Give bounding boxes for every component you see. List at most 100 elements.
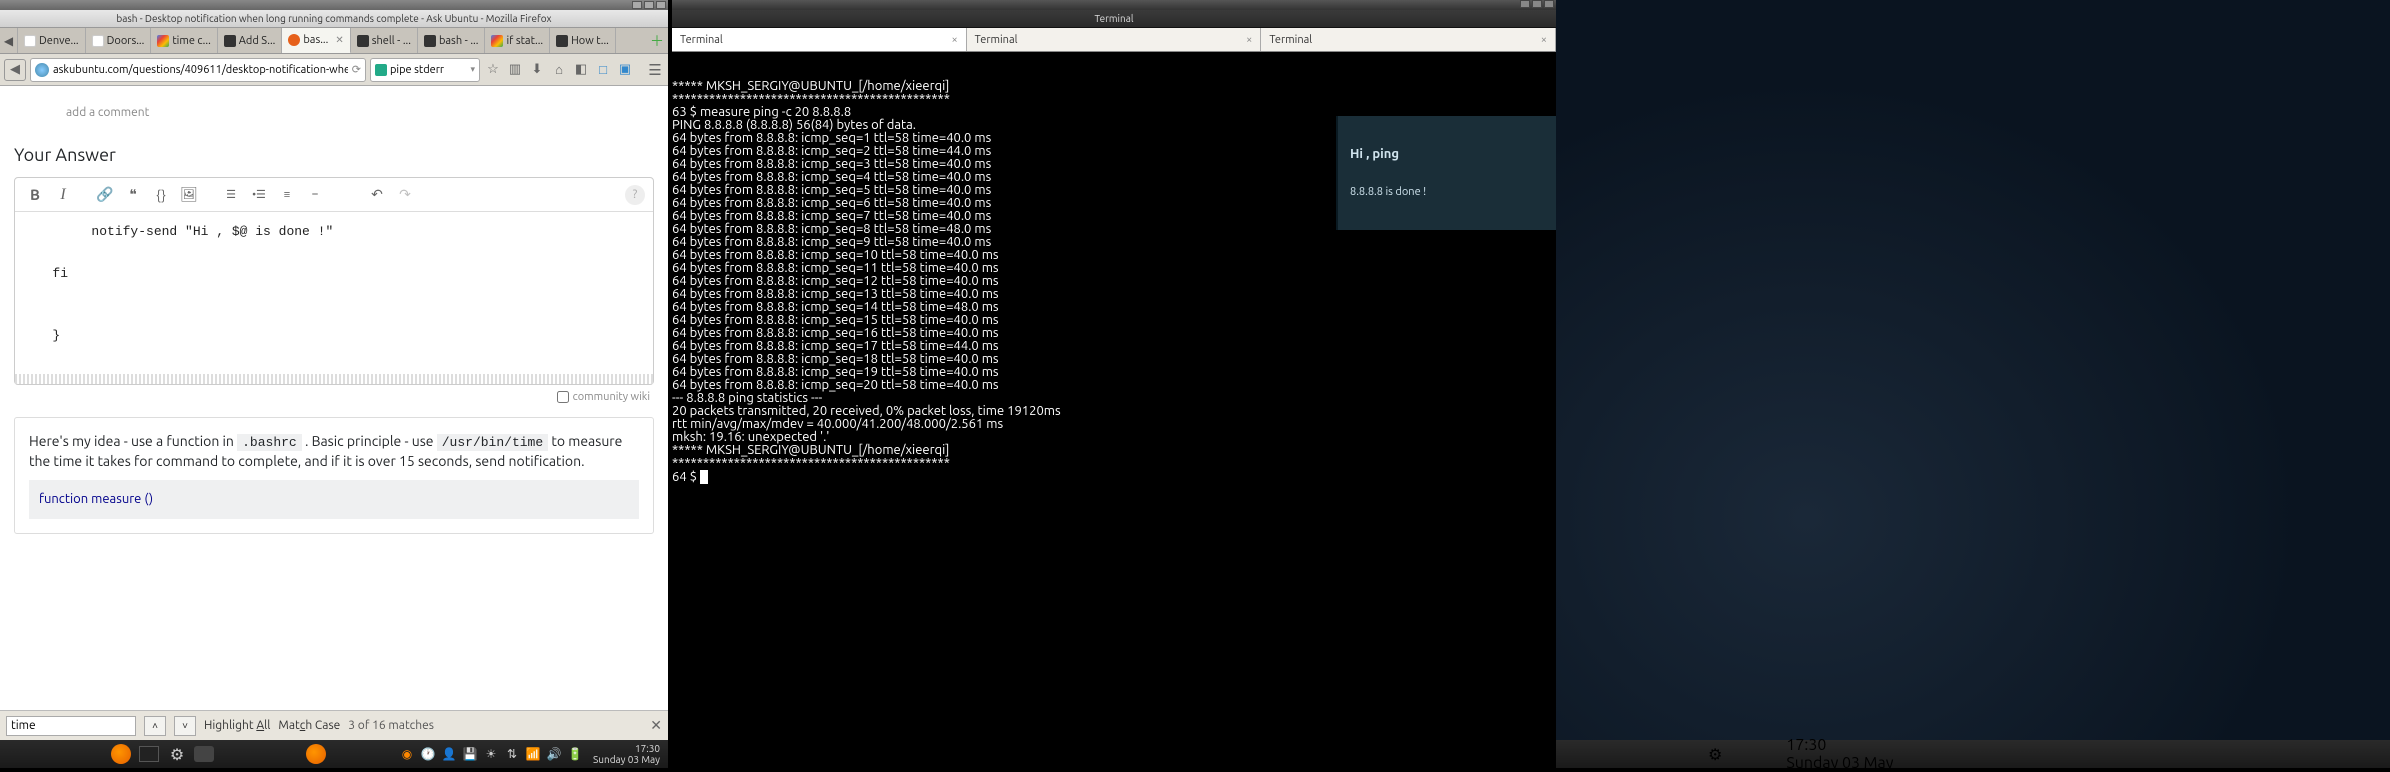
tab-label: bash - ...	[439, 35, 478, 47]
browser-tab-2[interactable]: time c...	[151, 28, 217, 53]
community-wiki-checkbox[interactable]	[557, 391, 569, 403]
window-controls-right	[672, 0, 1556, 10]
tray-wifi-icon[interactable]: 📶	[525, 746, 541, 762]
editor-hr-button[interactable]: ⎯	[303, 183, 327, 207]
tab-close-icon[interactable]: ✕	[335, 34, 343, 46]
terminal-tab-0[interactable]: Terminal×	[672, 28, 967, 51]
address-bar[interactable]: ⟳	[30, 58, 366, 82]
tray-user-icon[interactable]: 👤	[441, 746, 457, 762]
home-icon[interactable]: ⌂	[550, 61, 568, 79]
tray-volume-icon[interactable]: 🔊	[546, 746, 562, 762]
editor-code-button[interactable]: {}	[149, 183, 173, 207]
add-comment-link[interactable]: add a comment	[14, 96, 654, 137]
browser-tab-1[interactable]: Doors...	[86, 28, 152, 53]
library-icon[interactable]: ▥	[506, 61, 524, 79]
terminal-tabbar: Terminal×Terminal×Terminal×	[672, 28, 1556, 52]
find-match-case[interactable]: Match Case	[278, 719, 340, 732]
find-prev-button[interactable]: ˄	[144, 716, 166, 736]
browser-tab-7[interactable]: if stat...	[485, 28, 550, 53]
close-btn[interactable]	[656, 1, 666, 9]
reload-button[interactable]: ⟳	[352, 63, 361, 76]
browser-tab-3[interactable]: Add S...	[218, 28, 283, 53]
editor-image-button[interactable]: 🖼	[177, 183, 201, 207]
addon-icon-1[interactable]: □	[594, 61, 612, 79]
editor-italic-button[interactable]: I	[51, 183, 75, 207]
editor-olist-button[interactable]: ☰	[219, 183, 243, 207]
hamburger-menu-icon[interactable]: ☰	[646, 61, 664, 79]
editor-resize-grip[interactable]	[15, 374, 653, 384]
terminal-tab-2[interactable]: Terminal×	[1261, 28, 1556, 51]
tray-network-icon[interactable]: ⇅	[504, 746, 520, 762]
browser-tab-8[interactable]: How t...	[550, 28, 616, 53]
find-next-button[interactable]: ˅	[174, 716, 196, 736]
desktop-notification[interactable]: Hi , ping 8.8.8.8 is done !	[1336, 116, 1556, 230]
favicon	[357, 35, 369, 47]
taskbar-terminal-icon[interactable]	[138, 744, 160, 764]
browser-tab-6[interactable]: bash - ...	[418, 28, 485, 53]
terminal-tab-close-icon[interactable]: ×	[1246, 34, 1252, 46]
editor-help-button[interactable]: ?	[625, 185, 645, 205]
favicon	[491, 35, 503, 47]
answer-textarea[interactable]	[15, 212, 653, 370]
favicon	[288, 34, 300, 46]
find-close-button[interactable]: ✕	[650, 717, 662, 734]
answer-preview: Here's my idea - use a function in .bash…	[14, 417, 654, 534]
editor-redo-button[interactable]: ↷	[393, 183, 417, 207]
terminal-tab-1[interactable]: Terminal×	[967, 28, 1262, 51]
editor-quote-button[interactable]: ❝	[121, 183, 145, 207]
taskbar-left: ⚙ ◉ 🕐 👤 💾 ☀ ⇅ 📶 🔊 🔋 17:30 Sunday 03 May	[0, 740, 668, 768]
find-input[interactable]	[6, 716, 136, 736]
editor-link-button[interactable]: 🔗	[93, 183, 117, 207]
browser-tab-4[interactable]: bas...✕	[282, 28, 350, 53]
taskbar2-clock[interactable]: 17:30 Sunday 03 May	[1786, 736, 1893, 772]
editor-ulist-button[interactable]: •☰	[247, 183, 271, 207]
editor-heading-button[interactable]: ≡	[275, 183, 299, 207]
downloads-icon[interactable]: ⬇	[528, 61, 546, 79]
tray-clock-icon[interactable]: 🕐	[420, 746, 436, 762]
preview-code-1: .bashrc	[237, 434, 302, 451]
tray-update-icon[interactable]: ◉	[399, 746, 415, 762]
maximize-btn[interactable]	[644, 1, 654, 9]
browser-tab-5[interactable]: shell - ...	[351, 28, 418, 53]
terminal-body[interactable]: ***** MKSH_SERGIY@UBUNTU_[/home/xieerqi]…	[672, 52, 1556, 768]
favicon	[224, 35, 236, 47]
search-box[interactable]: ▾	[370, 58, 480, 82]
notification-title: Hi , ping	[1350, 148, 1544, 161]
tray-brightness-icon[interactable]: ☀	[483, 746, 499, 762]
preview-text: Here's my idea - use a function in	[29, 433, 237, 449]
term-minimize-btn[interactable]	[1520, 0, 1530, 8]
search-engine-icon[interactable]	[375, 64, 387, 76]
taskbar-files-icon[interactable]	[194, 746, 214, 762]
url-input[interactable]	[53, 64, 348, 76]
url-toolbar: ◀ ⟳ ▾ ☆ ▥ ⬇ ⌂ ◧ □ ▣ ☰	[0, 54, 668, 86]
taskbar-settings-icon[interactable]: ⚙	[166, 744, 188, 764]
search-input[interactable]	[390, 64, 467, 76]
tray-disk-icon[interactable]: 💾	[462, 746, 478, 762]
clock-time: 17:30	[593, 743, 660, 754]
term-close-btn[interactable]	[1544, 0, 1554, 8]
browser-tab-0[interactable]: Denve...	[18, 28, 86, 53]
community-wiki-label: community wiki	[573, 391, 650, 403]
taskbar-firefox-icon[interactable]	[110, 744, 132, 764]
site-identity-icon[interactable]	[35, 63, 49, 77]
terminal-tab-close-icon[interactable]: ×	[1541, 34, 1547, 46]
bookmark-star-icon[interactable]: ☆	[484, 61, 502, 79]
browser-tabbar: ◀ Denve...Doors...time c...Add S...bas..…	[0, 28, 668, 54]
taskbar2-settings-icon[interactable]: ⚙	[1708, 745, 1722, 764]
terminal-tab-close-icon[interactable]: ×	[951, 34, 957, 46]
tab-scroll-left[interactable]: ◀	[0, 28, 18, 53]
tab-label: if stat...	[506, 35, 543, 47]
addon-icon-2[interactable]: ▣	[616, 61, 634, 79]
taskbar-clock[interactable]: 17:30 Sunday 03 May	[589, 743, 664, 765]
tray-battery-icon[interactable]: 🔋	[567, 746, 583, 762]
search-dropdown-icon[interactable]: ▾	[470, 64, 475, 75]
term-maximize-btn[interactable]	[1532, 0, 1542, 8]
editor-undo-button[interactable]: ↶	[365, 183, 389, 207]
editor-bold-button[interactable]: B	[23, 183, 47, 207]
taskbar-app-firefox[interactable]	[305, 744, 327, 764]
sidebar-icon[interactable]: ◧	[572, 61, 590, 79]
minimize-btn[interactable]	[632, 1, 642, 9]
new-tab-button[interactable]: ＋	[646, 28, 668, 53]
find-highlight-all[interactable]: Highlight All	[204, 719, 270, 732]
nav-back-button[interactable]: ◀	[4, 59, 26, 81]
